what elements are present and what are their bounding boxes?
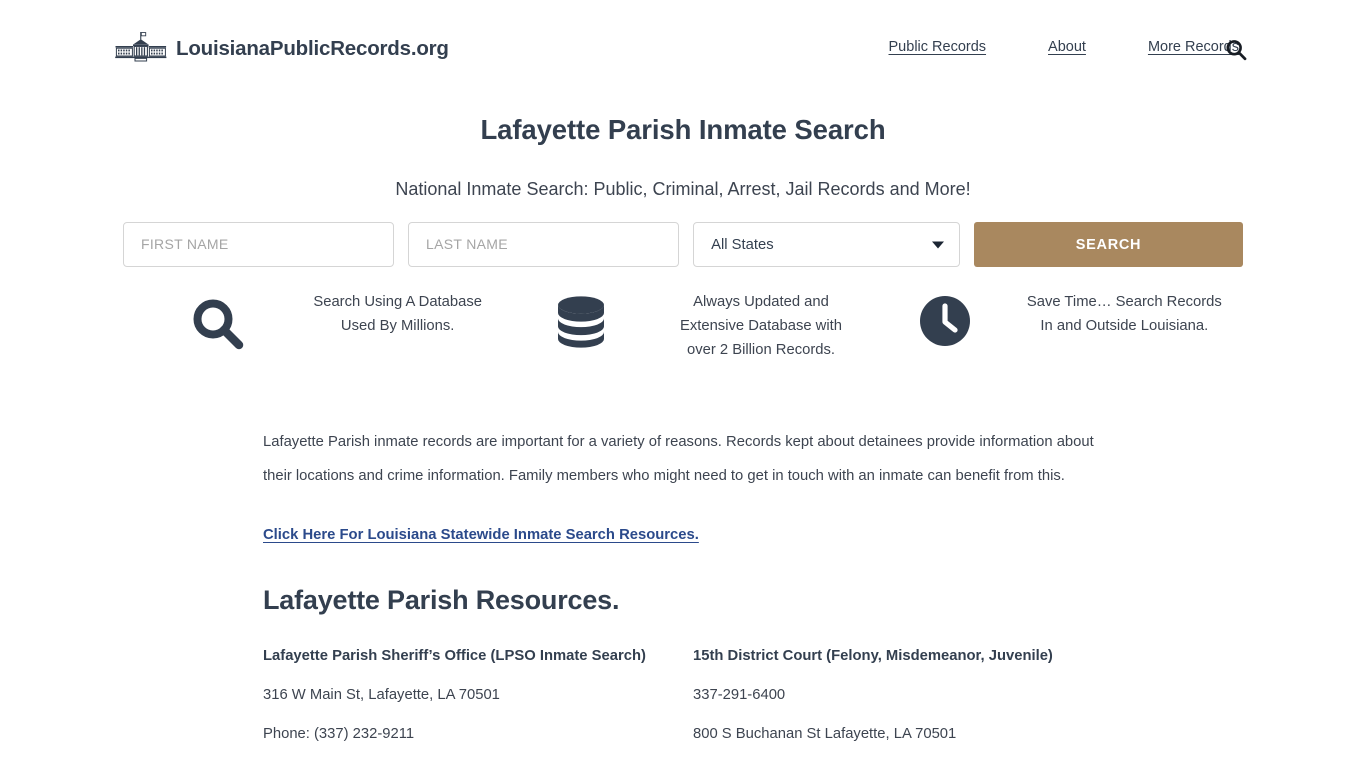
clock-icon [870, 290, 1020, 347]
resource-item-sheriffs-office: Lafayette Parish Sheriff’s Office (LPSO … [263, 647, 693, 745]
last-name-input[interactable] [408, 222, 680, 267]
resource-phone: Phone: (337) 232-9211 [263, 726, 415, 743]
page-root: LouisianaPublicRecords.org Public Record… [0, 0, 1366, 768]
resource-phone: 337-291-6400 [693, 686, 786, 703]
feature-item-extensive-database: Always Updated and Extensive Database wi… [496, 290, 869, 362]
feature-item-save-time: Save Time… Search Records In and Outside… [870, 290, 1243, 362]
search-submit-button[interactable]: SEARCH [974, 222, 1243, 267]
page-title: Lafayette Parish Inmate Search [480, 114, 886, 145]
resource-address: 316 W Main St, Lafayette, LA 70501 [263, 686, 500, 703]
inmate-search-form: All States SEARCH [123, 222, 1243, 267]
resource-title: Lafayette Parish Sheriff’s Office (LPSO … [263, 647, 646, 664]
article-content: Lafayette Parish inmate records are impo… [263, 425, 1243, 744]
feature-text: Always Updated and Extensive Database wi… [679, 294, 842, 358]
resources-heading: Lafayette Parish Resources. [263, 585, 620, 615]
resource-columns: Lafayette Parish Sheriff’s Office (LPSO … [263, 647, 1243, 745]
brand-name: LouisianaPublicRecords.org [176, 36, 449, 60]
state-select-wrapper: All States [693, 222, 961, 267]
site-header: LouisianaPublicRecords.org Public Record… [0, 0, 1366, 100]
nav-item-public-records[interactable]: Public Records [858, 39, 1018, 55]
feature-item-database-millions: Search Using A Database Used By Millions… [123, 290, 496, 362]
first-name-input[interactable] [123, 222, 395, 267]
page-subtitle: National Inmate Search: Public, Criminal… [395, 179, 971, 199]
state-select[interactable]: All States [693, 222, 961, 267]
nav-item-about[interactable]: About [1017, 39, 1117, 55]
resource-address: 800 S Buchanan St Lafayette, LA 70501 [693, 726, 957, 743]
feature-list: Search Using A Database Used By Millions… [123, 290, 1243, 362]
main-navigation: Public Records About More Records [858, 39, 1270, 55]
search-icon [1224, 38, 1248, 65]
resource-item-district-court: 15th District Court (Felony, Misdemeanor… [693, 647, 1123, 745]
feature-text: Search Using A Database Used By Millions… [313, 294, 482, 334]
database-icon [496, 290, 666, 349]
magnifier-icon [123, 290, 313, 353]
header-search-button[interactable] [1221, 36, 1251, 66]
resource-title: 15th District Court (Felony, Misdemeanor… [693, 647, 1053, 664]
white-house-icon [113, 32, 169, 66]
site-logo[interactable]: LouisianaPublicRecords.org [113, 32, 449, 66]
intro-paragraph: Lafayette Parish inmate records are impo… [263, 434, 1094, 484]
statewide-resources-link[interactable]: Click Here For Louisiana Statewide Inmat… [263, 527, 699, 543]
feature-text: Save Time… Search Records In and Outside… [1026, 294, 1222, 334]
